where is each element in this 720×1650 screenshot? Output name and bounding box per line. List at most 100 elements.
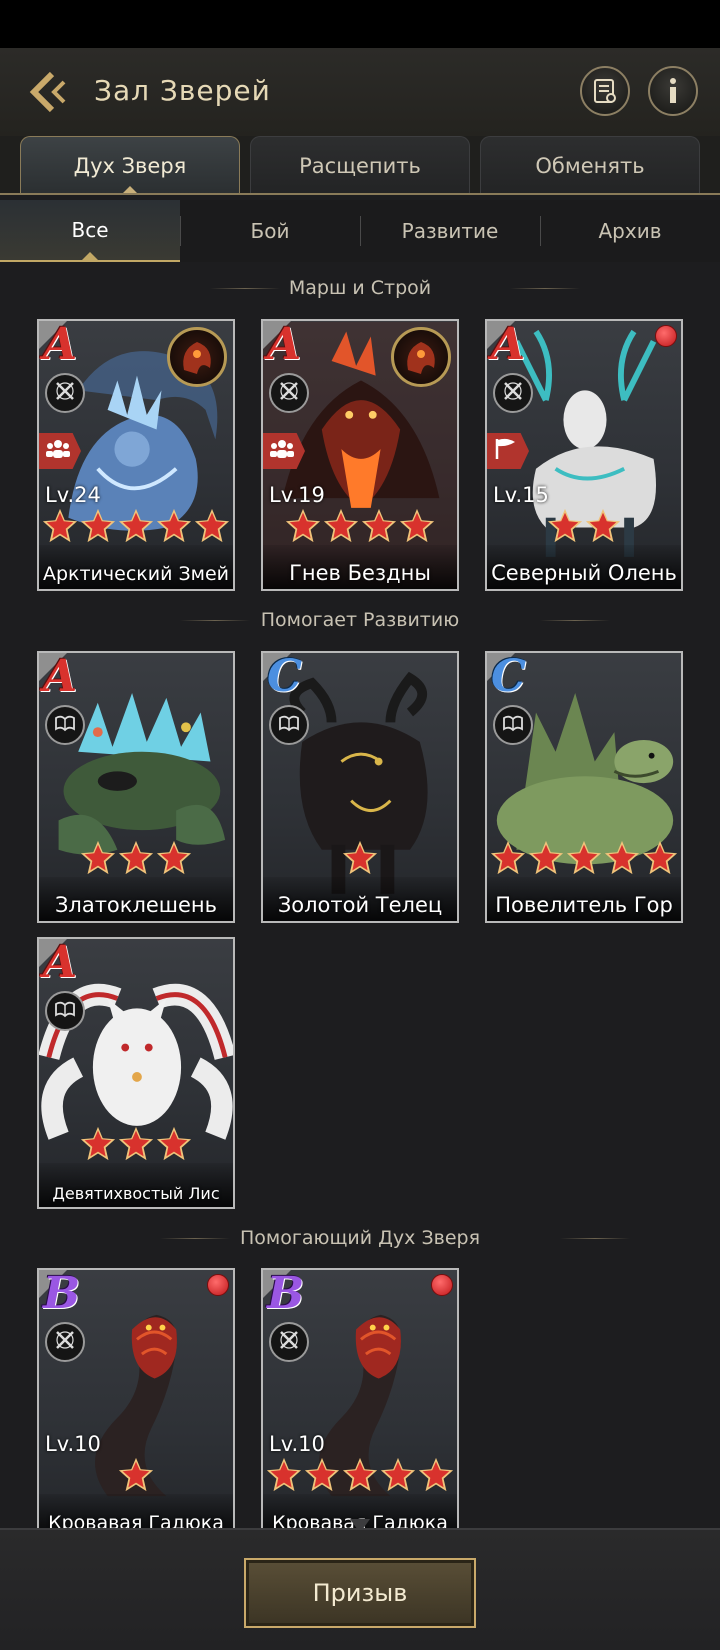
star-icon [156, 1126, 192, 1161]
crossed-swords-icon [277, 379, 301, 407]
star-icon [118, 1126, 154, 1161]
book-icon [501, 711, 525, 739]
filter-tab-development[interactable]: Развитие [360, 200, 540, 262]
summon-button[interactable]: Призыв [244, 1558, 476, 1628]
beast-type-badge [45, 1322, 85, 1362]
star-rating [263, 839, 457, 879]
filter-tab-archive[interactable]: Архив [540, 200, 720, 262]
star-rating [39, 839, 233, 879]
role-tag [39, 433, 81, 469]
level-label: Lv.15 [493, 483, 549, 507]
filter-tab-battle[interactable]: Бой [180, 200, 360, 262]
beast-type-badge [269, 1322, 309, 1362]
star-icon [323, 508, 359, 543]
book-icon [53, 711, 77, 739]
level-label: Lv.10 [45, 1432, 101, 1456]
star-icon [80, 508, 116, 543]
star-icon [604, 840, 640, 875]
beast-type-badge [45, 991, 85, 1031]
crossed-swords-icon [53, 379, 77, 407]
beast-card[interactable]: B Lv.10 Кровавая Гадюка [261, 1268, 459, 1540]
book-icon [277, 711, 301, 739]
grade-badge: A [43, 937, 78, 988]
tab-exchange[interactable]: Обменять [480, 136, 700, 194]
section-title: Марш и Строй [288, 277, 432, 299]
star-icon [118, 840, 154, 875]
star-icon [566, 840, 602, 875]
beast-name: Повелитель Гор [495, 893, 673, 917]
star-rating [39, 1125, 233, 1165]
section-divider [180, 620, 250, 621]
section-divider [510, 288, 580, 289]
crossed-swords-icon [53, 1328, 77, 1356]
beast-card[interactable]: C Повелитель Гор [485, 651, 683, 923]
tab-split[interactable]: Расщепить [250, 136, 470, 194]
beast-core-icon [391, 327, 451, 387]
grade-badge: B [267, 1268, 305, 1319]
beast-type-badge [269, 705, 309, 745]
section-divider [210, 288, 280, 289]
grade-badge: C [267, 651, 303, 702]
beast-core-icon [167, 327, 227, 387]
level-label: Lv.10 [269, 1432, 325, 1456]
group-icon [269, 438, 295, 464]
info-icon [670, 78, 676, 103]
grade-badge: A [43, 651, 78, 702]
summon-label: Призыв [312, 1579, 408, 1607]
role-tag [487, 433, 529, 469]
level-label: Lv.19 [269, 483, 325, 507]
catalog-icon [594, 79, 616, 103]
section-title: Помогает Развитию [260, 609, 460, 631]
section-divider [560, 1238, 630, 1239]
grade-badge: C [491, 651, 527, 702]
beast-type-badge [493, 373, 533, 413]
beast-type-badge [269, 373, 309, 413]
level-label: Lv.24 [45, 483, 101, 507]
main-tabs: Дух Зверя Расщепить Обменять [0, 136, 720, 194]
beast-type-badge [45, 705, 85, 745]
beast-card[interactable]: B Lv.10 Кровавая Гадюка [37, 1268, 235, 1540]
tab-label: Дух Зверя [73, 153, 187, 178]
info-button[interactable] [648, 66, 698, 116]
catalog-button[interactable] [580, 66, 630, 116]
back-button[interactable] [26, 68, 70, 116]
star-icon [194, 508, 230, 543]
status-bar [0, 0, 720, 48]
beast-card[interactable]: A Lv.15 Северный Олень [485, 319, 683, 591]
star-icon [156, 840, 192, 875]
filter-tab-label: Развитие [401, 219, 499, 243]
filter-tab-all[interactable]: Все [0, 200, 180, 262]
tabs-divider [0, 193, 720, 195]
beast-card[interactable]: A Lv.24 Арктический Змей [37, 319, 235, 591]
star-icon [399, 508, 435, 543]
beast-card[interactable]: C Золотой Телец [261, 651, 459, 923]
beast-name: Гнев Бездны [289, 561, 431, 585]
star-rating [39, 507, 233, 547]
crossed-swords-icon [501, 379, 525, 407]
beast-name: Арктический Змей [42, 563, 230, 585]
beast-card[interactable]: A Златоклешень [37, 651, 235, 923]
beast-card[interactable]: A Девятихвостый Лис [37, 937, 235, 1209]
grade-badge: B [43, 1268, 81, 1319]
beast-type-badge [45, 373, 85, 413]
notification-dot [431, 1274, 453, 1296]
filter-tab-label: Все [71, 218, 109, 242]
tab-label: Обменять [535, 153, 645, 178]
crossed-swords-icon [277, 1328, 301, 1356]
beast-name: Золотой Телец [277, 893, 443, 917]
tab-beast-spirit[interactable]: Дух Зверя [20, 136, 240, 194]
star-icon [342, 840, 378, 875]
star-icon [342, 1457, 378, 1492]
flag-icon [493, 437, 519, 465]
star-rating [487, 507, 681, 547]
star-icon [156, 508, 192, 543]
star-icon [585, 508, 621, 543]
star-icon [642, 840, 678, 875]
group-icon [45, 438, 71, 464]
star-icon [380, 1457, 416, 1492]
section-divider [160, 1238, 230, 1239]
beast-card[interactable]: A Lv.19 Гнев Бездны [261, 319, 459, 591]
filter-tab-label: Архив [598, 219, 662, 243]
star-icon [547, 508, 583, 543]
star-icon [80, 840, 116, 875]
